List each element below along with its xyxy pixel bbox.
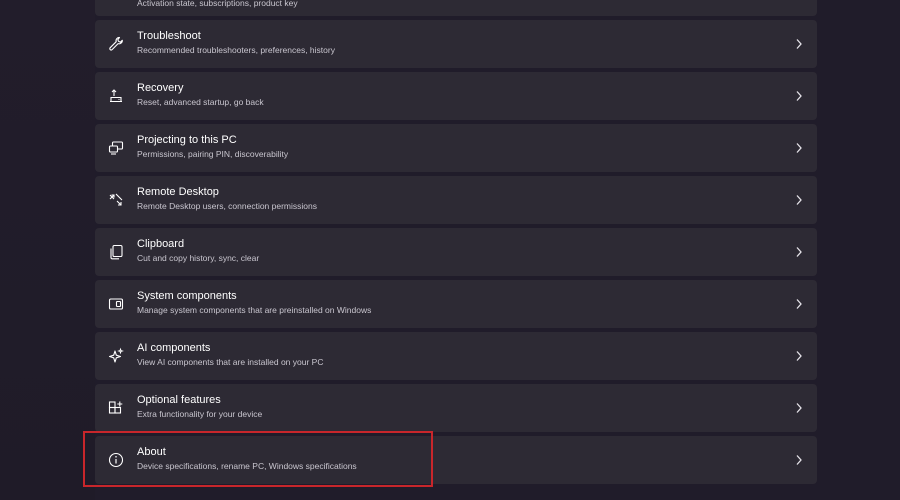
wrench-icon — [107, 35, 125, 53]
info-icon — [107, 451, 125, 469]
chevron-right-icon — [795, 402, 803, 414]
chevron-right-icon — [795, 298, 803, 310]
settings-item-title: Optional features — [137, 394, 221, 406]
settings-item-subtitle: Cut and copy history, sync, clear — [137, 253, 260, 263]
settings-item-subtitle: Permissions, pairing PIN, discoverabilit… — [137, 149, 289, 159]
chevron-right-icon — [795, 90, 803, 102]
settings-item-subtitle: Activation state, subscriptions, product… — [137, 0, 298, 8]
settings-item-activation[interactable]: Activation state, subscriptions, product… — [95, 0, 817, 16]
settings-item-subtitle: Manage system components that are preins… — [137, 305, 372, 315]
settings-item-title: Recovery — [137, 82, 184, 94]
settings-item-troubleshoot[interactable]: Troubleshoot Recommended troubleshooters… — [95, 20, 817, 68]
settings-item-title: Troubleshoot — [137, 30, 201, 42]
settings-item-title: About — [137, 446, 166, 458]
settings-item-subtitle: Remote Desktop users, connection permiss… — [137, 201, 317, 211]
settings-item-title: Projecting to this PC — [137, 134, 237, 146]
settings-item-recovery[interactable]: Recovery Reset, advanced startup, go bac… — [95, 72, 817, 120]
settings-item-about[interactable]: About Device specifications, rename PC, … — [95, 436, 817, 484]
system-components-icon — [107, 295, 125, 313]
settings-item-optional-features[interactable]: Optional features Extra functionality fo… — [95, 384, 817, 432]
projecting-icon — [107, 139, 125, 157]
recovery-icon — [107, 87, 125, 105]
chevron-right-icon — [795, 38, 803, 50]
settings-list: Activation state, subscriptions, product… — [95, 0, 817, 500]
settings-item-projecting[interactable]: Projecting to this PC Permissions, pairi… — [95, 124, 817, 172]
settings-item-system-components[interactable]: System components Manage system componen… — [95, 280, 817, 328]
settings-item-subtitle: Extra functionality for your device — [137, 409, 263, 419]
clipboard-icon — [107, 243, 125, 261]
background-left — [0, 0, 95, 500]
chevron-right-icon — [795, 454, 803, 466]
remote-desktop-icon — [107, 191, 125, 209]
settings-item-ai-components[interactable]: AI components View AI components that ar… — [95, 332, 817, 380]
chevron-right-icon — [795, 142, 803, 154]
settings-item-subtitle: Recommended troubleshooters, preferences… — [137, 45, 335, 55]
chevron-right-icon — [795, 194, 803, 206]
chevron-right-icon — [795, 350, 803, 362]
settings-item-title: AI components — [137, 342, 211, 354]
optional-features-icon — [107, 399, 125, 417]
settings-item-subtitle: Device specifications, rename PC, Window… — [137, 461, 357, 471]
chevron-right-icon — [795, 246, 803, 258]
settings-item-title: Clipboard — [137, 238, 185, 250]
settings-item-clipboard[interactable]: Clipboard Cut and copy history, sync, cl… — [95, 228, 817, 276]
settings-item-subtitle: View AI components that are installed on… — [137, 357, 324, 367]
settings-item-subtitle: Reset, advanced startup, go back — [137, 97, 264, 107]
settings-item-title: Remote Desktop — [137, 186, 219, 198]
sparkle-icon — [107, 347, 125, 365]
settings-item-title: System components — [137, 290, 237, 302]
settings-item-remote-desktop[interactable]: Remote Desktop Remote Desktop users, con… — [95, 176, 817, 224]
